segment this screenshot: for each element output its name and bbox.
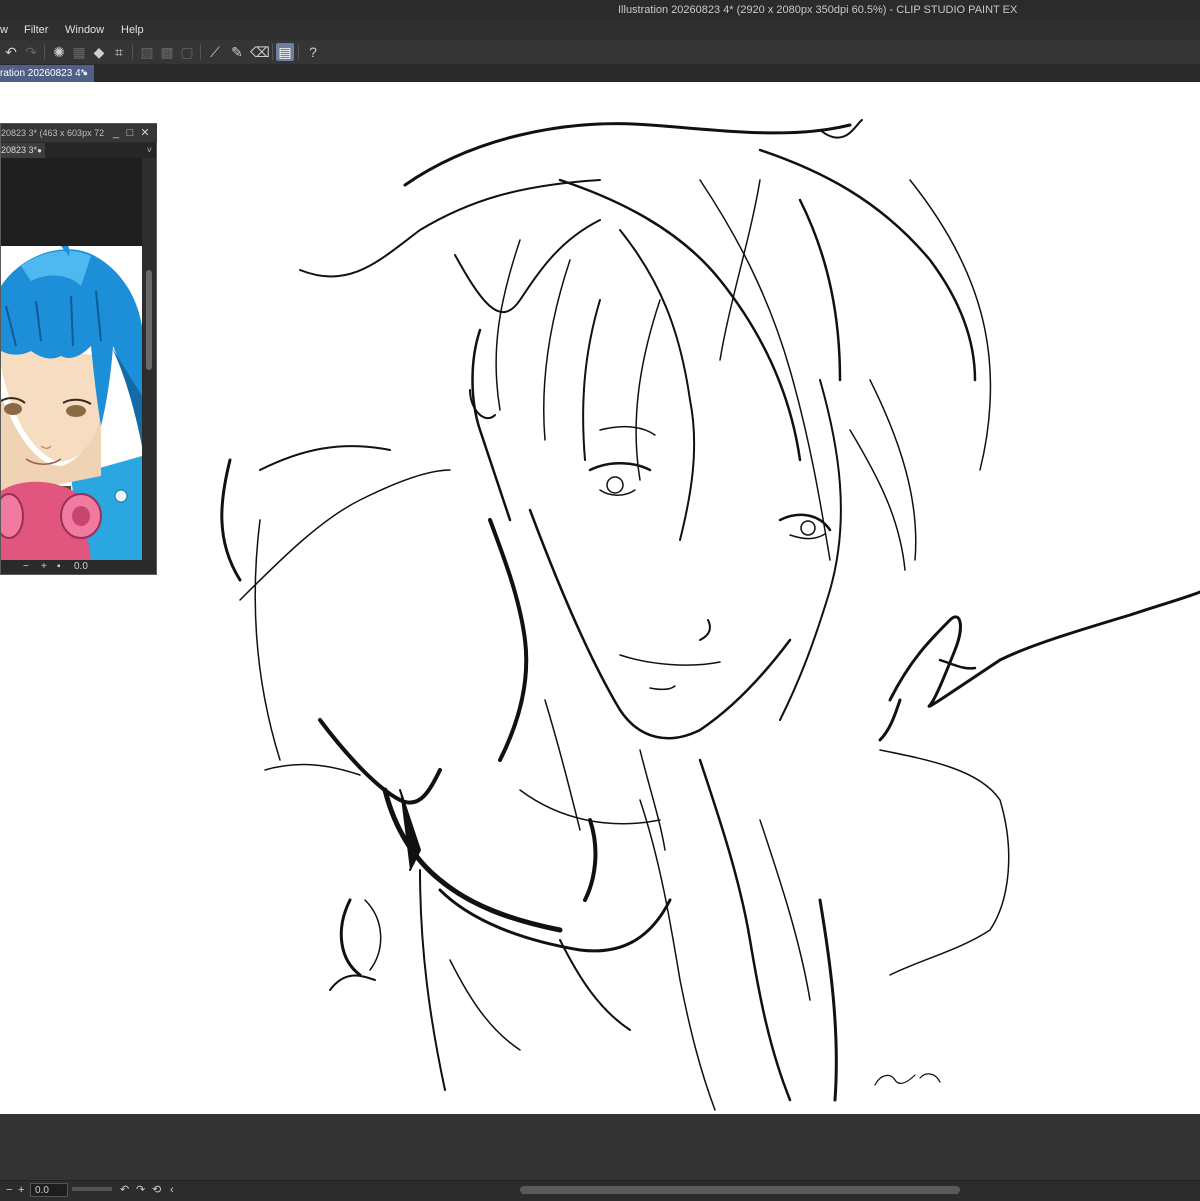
help-icon[interactable]: ?	[304, 43, 322, 61]
fill-layer-icon[interactable]: ▢	[178, 43, 196, 61]
toolbar-separator	[132, 44, 133, 60]
fit-icon[interactable]: ▪	[57, 560, 61, 574]
sub-view-title: 20823 3* (463 x 603px 72	[1, 128, 105, 138]
sub-view-zoom-value[interactable]: 0.0	[74, 560, 88, 574]
select-all-icon[interactable]: ✺	[50, 43, 68, 61]
zoom-value: 0.0	[35, 1185, 49, 1196]
page-icon[interactable]: ▤	[276, 43, 294, 61]
ruler-icon[interactable]: ⟋	[206, 43, 224, 61]
canvas-tab-label: ration 20260823 4*	[0, 68, 85, 79]
menu-view[interactable]: w	[0, 24, 8, 36]
reference-image-view[interactable]	[1, 158, 142, 560]
close-icon[interactable]: ✕	[138, 124, 152, 142]
minimize-icon[interactable]: _	[109, 124, 123, 142]
toolbar-separator	[298, 44, 299, 60]
clear-selection-icon[interactable]: ▦	[70, 43, 88, 61]
reference-character-image	[1, 246, 142, 560]
undo-icon[interactable]: ↶	[2, 43, 20, 61]
sub-view-scrollbar[interactable]	[143, 158, 155, 560]
zoom-slider[interactable]	[72, 1187, 112, 1191]
scroll-left-icon[interactable]: ‹	[170, 1183, 174, 1197]
toolbar-separator	[200, 44, 201, 60]
rotate-left-icon[interactable]: ↶	[120, 1183, 129, 1197]
crop-icon[interactable]: ▨	[138, 43, 156, 61]
zoom-field[interactable]: 0.0	[30, 1183, 68, 1197]
sub-view-tab-label: 20823 3*	[1, 145, 38, 155]
toolbar-separator	[44, 44, 45, 60]
command-bar: ↶ ↷ ✺ ▦ ◆ ⌗ ▨ ▩ ▢ ⟋ ✎ ⌫ ▤ ?	[0, 40, 1200, 65]
sub-view-tab[interactable]: 20823 3* ●	[1, 143, 45, 158]
transform-icon[interactable]: ⌗	[110, 43, 128, 61]
menu-bar: w Filter Window Help	[0, 20, 1200, 40]
redo-icon[interactable]: ↷	[22, 43, 40, 61]
clear-layer-icon[interactable]: ▩	[158, 43, 176, 61]
maximize-icon[interactable]: □	[123, 124, 137, 142]
workspace-background	[0, 1114, 1200, 1180]
sub-view-scroll-thumb[interactable]	[146, 270, 152, 370]
eraser-icon[interactable]: ⌫	[250, 43, 270, 61]
sub-view-bottom-bar: − + ▪ 0.0	[1, 560, 156, 574]
sub-view-tab-dot-icon[interactable]: ●	[37, 143, 42, 158]
tab-close-icon[interactable]: ●	[83, 65, 88, 82]
chevron-down-icon[interactable]: ˅	[147, 143, 152, 158]
zoom-out-status-icon[interactable]: −	[6, 1183, 12, 1197]
drawing-canvas[interactable]	[0, 82, 1200, 1114]
reset-rotation-icon[interactable]: ⟲	[152, 1183, 161, 1197]
toolbar-separator	[272, 44, 273, 60]
menu-window[interactable]: Window	[65, 24, 104, 36]
zoom-in-status-icon[interactable]: +	[18, 1183, 24, 1197]
window-title: Illustration 20260823 4* (2920 x 2080px …	[618, 4, 1018, 16]
menu-filter[interactable]: Filter	[24, 24, 48, 36]
status-bar: − + 0.0 ↶ ↷ ⟲ ‹	[0, 1180, 1200, 1201]
canvas-tab-bar: ration 20260823 4* ●	[0, 64, 1200, 82]
horizontal-scrollbar[interactable]	[520, 1186, 960, 1194]
line-art-drawing	[220, 119, 1200, 1111]
rotate-right-icon[interactable]: ↷	[136, 1183, 145, 1197]
title-bar: Illustration 20260823 4* (2920 x 2080px …	[0, 0, 1200, 20]
zoom-in-icon[interactable]: +	[41, 560, 47, 574]
menu-help[interactable]: Help	[121, 24, 144, 36]
sub-view-title-bar[interactable]: 20823 3* (463 x 603px 72 _ □ ✕	[1, 124, 157, 142]
zoom-out-icon[interactable]: −	[23, 560, 29, 574]
sub-view-tab-row: 20823 3* ● ˅	[1, 143, 156, 158]
canvas-tab[interactable]: ration 20260823 4* ●	[0, 65, 94, 82]
sub-view-window[interactable]: 20823 3* (463 x 603px 72 _ □ ✕ 20823 3* …	[0, 123, 157, 575]
fill-icon[interactable]: ◆	[90, 43, 108, 61]
brush-icon[interactable]: ✎	[228, 43, 246, 61]
